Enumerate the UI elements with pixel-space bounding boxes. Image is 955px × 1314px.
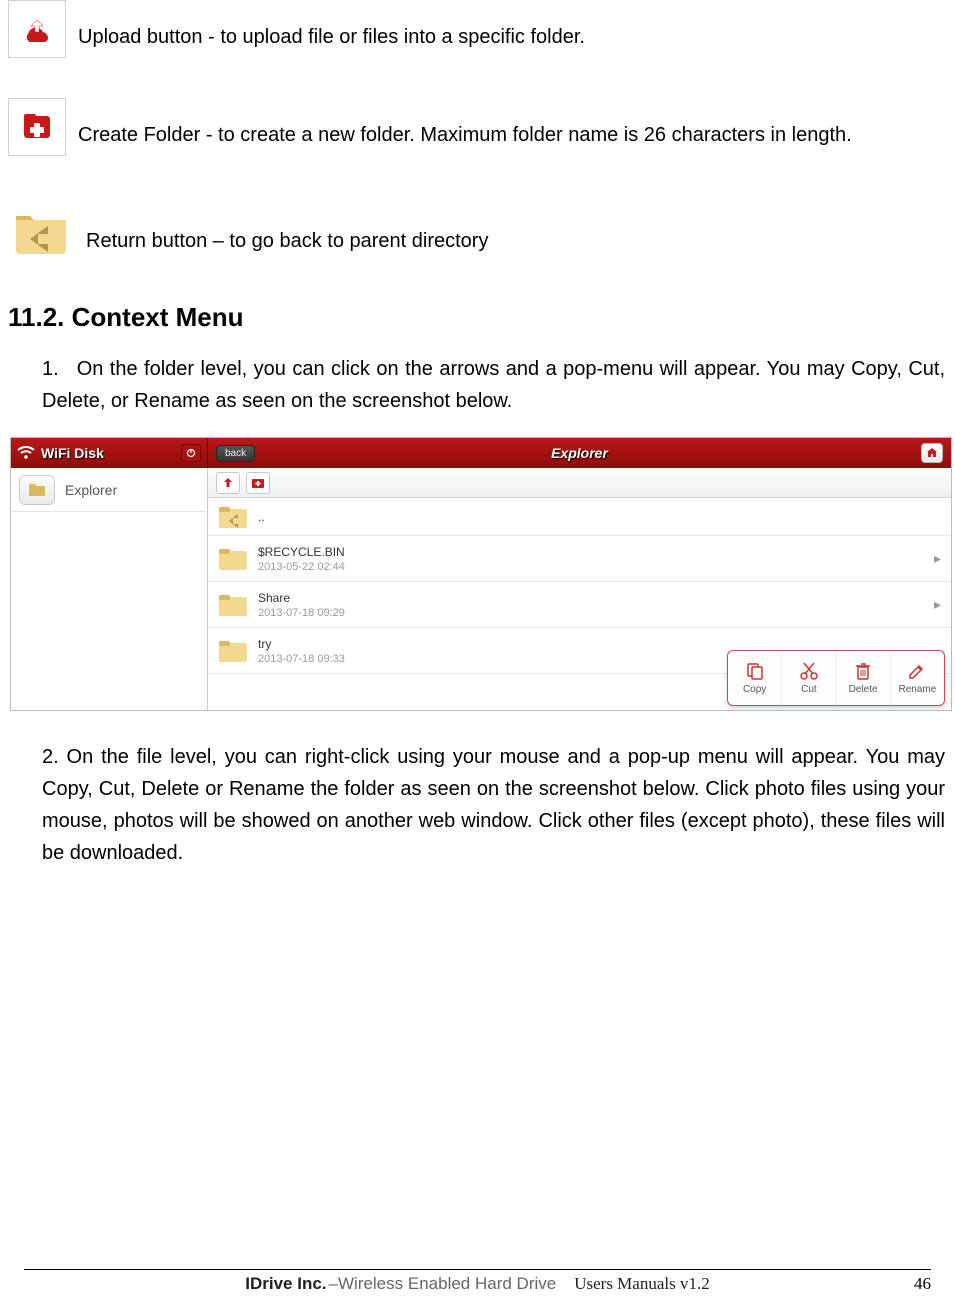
back-button[interactable]: back xyxy=(216,445,255,462)
paragraph-1: 1.On the folder level, you can click on … xyxy=(42,353,945,417)
file-row[interactable]: $RECYCLE.BIN 2013-05-22 02:44 ▸ xyxy=(208,536,951,582)
context-menu: Copy Cut Delete Rename xyxy=(727,650,945,706)
page-footer: IDrive Inc. –Wireless Enabled Hard Drive… xyxy=(0,1269,955,1294)
file-name: try xyxy=(258,637,345,651)
context-delete-label: Delete xyxy=(849,684,878,695)
toolbar-create-folder-button[interactable] xyxy=(246,472,270,494)
section-heading: 11.2. Context Menu xyxy=(8,302,947,333)
context-copy[interactable]: Copy xyxy=(728,651,782,705)
explorer-item-icon xyxy=(19,475,55,505)
chevron-right-icon[interactable]: ▸ xyxy=(934,596,941,613)
file-date: 2013-05-22 02:44 xyxy=(258,561,345,573)
file-row[interactable]: Share 2013-07-18 09:29 ▸ xyxy=(208,582,951,628)
copy-icon xyxy=(745,661,765,681)
rename-icon xyxy=(907,661,927,681)
create-folder-description-text: Create Folder - to create a new folder. … xyxy=(78,120,852,156)
folder-icon xyxy=(218,638,248,664)
chevron-right-icon[interactable]: ▸ xyxy=(934,550,941,567)
footer-brand: IDrive Inc. xyxy=(245,1274,326,1294)
upload-icon xyxy=(8,0,66,58)
home-button[interactable] xyxy=(921,443,943,463)
return-button-description: Return button – to go back to parent dir… xyxy=(8,196,947,262)
folder-icon xyxy=(218,546,248,572)
sidebar-item-label: Explorer xyxy=(65,482,117,498)
create-folder-description: Create Folder - to create a new folder. … xyxy=(8,98,947,156)
power-icon[interactable] xyxy=(181,444,201,462)
screenshot-main: back Explorer xyxy=(208,438,951,710)
paragraph-2: 2. On the file level, you can right-clic… xyxy=(42,741,945,869)
file-row-updir[interactable]: .. xyxy=(208,498,951,536)
main-title: Explorer xyxy=(551,445,608,461)
folder-up-icon xyxy=(218,504,248,530)
create-folder-icon xyxy=(8,98,66,156)
screenshot-sidebar: WiFi Disk Explorer xyxy=(11,438,208,710)
sidebar-item-explorer[interactable]: Explorer xyxy=(11,468,207,512)
footer-subtitle: Users Manuals v1.2 xyxy=(574,1274,710,1294)
context-cut[interactable]: Cut xyxy=(782,651,836,705)
footer-sub: –Wireless Enabled Hard Drive xyxy=(329,1274,557,1294)
file-date: 2013-07-18 09:29 xyxy=(258,607,345,619)
return-description-text: Return button – to go back to parent dir… xyxy=(86,226,488,262)
sidebar-title: WiFi Disk xyxy=(41,445,104,461)
toolbar xyxy=(208,468,951,498)
sidebar-header: WiFi Disk xyxy=(11,438,208,468)
upload-description-text: Upload button - to upload file or files … xyxy=(78,22,585,58)
updir-label: .. xyxy=(258,510,265,524)
explorer-screenshot: WiFi Disk Explorer back Explorer xyxy=(10,437,952,711)
return-folder-icon xyxy=(8,196,74,262)
delete-icon xyxy=(853,661,873,681)
context-rename-label: Rename xyxy=(898,684,936,695)
context-rename[interactable]: Rename xyxy=(891,651,944,705)
cut-icon xyxy=(799,661,819,681)
wifi-icon xyxy=(17,446,35,460)
page-number: 46 xyxy=(914,1274,931,1294)
main-header: back Explorer xyxy=(208,438,951,468)
context-cut-label: Cut xyxy=(801,684,817,695)
context-delete[interactable]: Delete xyxy=(837,651,891,705)
toolbar-upload-button[interactable] xyxy=(216,472,240,494)
folder-icon xyxy=(218,592,248,618)
paragraph-1-text: On the folder level, you can click on th… xyxy=(42,358,945,412)
upload-button-description: Upload button - to upload file or files … xyxy=(8,0,947,58)
file-name: Share xyxy=(258,591,345,605)
paragraph-1-number: 1. xyxy=(42,358,59,380)
file-date: 2013-07-18 09:33 xyxy=(258,653,345,665)
context-copy-label: Copy xyxy=(743,684,766,695)
file-name: $RECYCLE.BIN xyxy=(258,545,345,559)
